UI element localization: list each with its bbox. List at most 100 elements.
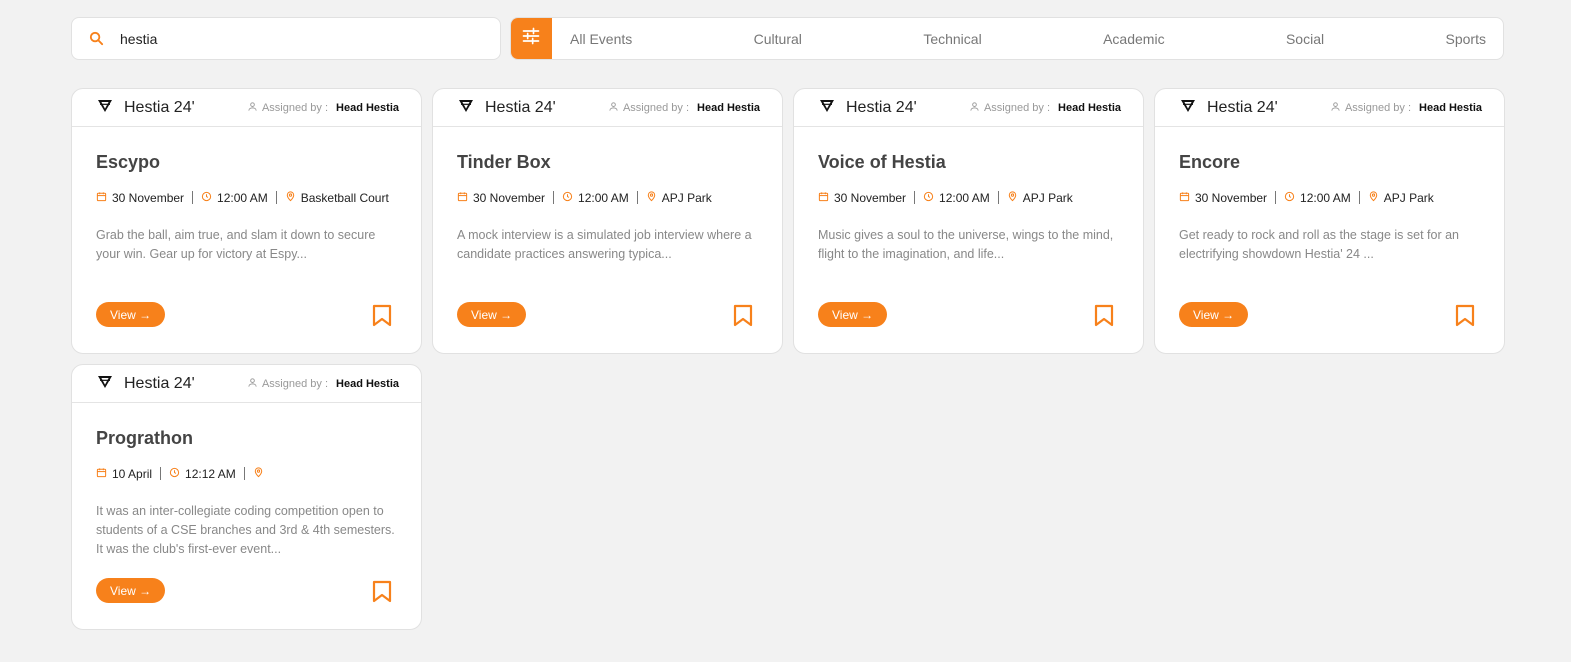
event-location: APJ Park <box>661 190 712 205</box>
location-pin-icon <box>285 190 296 205</box>
event-date: 30 November <box>473 190 546 205</box>
hestia-logo-icon <box>820 99 834 117</box>
event-description: A mock interview is a simulated job inte… <box>457 228 752 261</box>
event-grid: Hestia 24' Assigned by : Head Hestia Esc… <box>71 88 1505 630</box>
calendar-icon <box>1179 191 1190 205</box>
brand-name: Hestia 24' <box>846 98 917 116</box>
event-card: Hestia 24' Assigned by : Head Hestia Pro… <box>71 364 422 630</box>
event-description: It was an inter-collegiate coding compet… <box>96 504 395 556</box>
location-pin-icon <box>1368 190 1379 205</box>
tab-technical[interactable]: Technical <box>923 31 981 47</box>
sliders-icon <box>521 26 541 51</box>
user-icon <box>969 101 980 115</box>
hestia-logo-icon <box>98 99 112 117</box>
category-filter-bar: All Events Cultural Technical Academic S… <box>510 17 1504 60</box>
tab-social[interactable]: Social <box>1286 31 1324 47</box>
category-tabs: All Events Cultural Technical Academic S… <box>552 31 1503 47</box>
event-meta: 10 April 12:12 AM <box>96 466 397 481</box>
calendar-icon <box>96 191 107 205</box>
hestia-logo-icon <box>459 99 473 117</box>
calendar-icon <box>96 467 107 481</box>
card-header: Hestia 24' Assigned by : Head Hestia <box>1155 89 1504 127</box>
search-box[interactable] <box>71 17 501 60</box>
assigned-label: Assigned by : <box>261 377 329 390</box>
assigned-label: Assigned by : <box>622 101 690 114</box>
assigned-name: Head Hestia <box>1419 101 1482 114</box>
event-time: 12:00 AM <box>217 190 268 205</box>
assigned-by: Assigned by : Head Hestia <box>969 101 1121 115</box>
event-date: 30 November <box>112 190 185 205</box>
search-input[interactable] <box>120 30 480 47</box>
assigned-by: Assigned by : Head Hestia <box>1330 101 1482 115</box>
tab-cultural[interactable]: Cultural <box>754 31 802 47</box>
view-button[interactable]: View → <box>96 578 166 603</box>
hestia-logo-icon <box>1181 99 1195 117</box>
tab-sports[interactable]: Sports <box>1446 31 1486 47</box>
bookmark-icon[interactable] <box>372 304 392 332</box>
bookmark-icon[interactable] <box>372 580 392 608</box>
brand-name: Hestia 24' <box>124 98 195 116</box>
event-title: Prograthon <box>96 428 193 448</box>
assigned-name: Head Hestia <box>1058 101 1121 114</box>
view-button[interactable]: View → <box>818 302 888 327</box>
event-time: 12:00 AM <box>939 190 990 205</box>
event-time: 12:12 AM <box>185 466 236 481</box>
user-icon <box>608 101 619 115</box>
event-description: Music gives a soul to the universe, wing… <box>818 228 1114 261</box>
clock-icon <box>201 191 212 205</box>
brand: Hestia 24' <box>98 99 195 117</box>
event-title: Encore <box>1179 152 1241 172</box>
search-icon <box>88 30 106 48</box>
user-icon <box>247 101 258 115</box>
clock-icon <box>923 191 934 205</box>
brand-name: Hestia 24' <box>124 374 195 392</box>
event-location: APJ Park <box>1383 190 1434 205</box>
event-meta: 30 November 12:00 AM Basketball Court <box>96 190 397 205</box>
assigned-label: Assigned by : <box>1344 101 1412 114</box>
event-location: APJ Park <box>1022 190 1073 205</box>
event-time: 12:00 AM <box>1300 190 1351 205</box>
bookmark-icon[interactable] <box>1455 304 1475 332</box>
assigned-name: Head Hestia <box>336 377 399 390</box>
card-header: Hestia 24' Assigned by : Head Hestia <box>72 89 421 127</box>
event-card: Hestia 24' Assigned by : Head Hestia Enc… <box>1154 88 1505 354</box>
event-description: Grab the ball, aim true, and slam it dow… <box>96 228 376 261</box>
bookmark-icon[interactable] <box>733 304 753 332</box>
clock-icon <box>1284 191 1295 205</box>
tab-all-events[interactable]: All Events <box>570 31 632 47</box>
event-card: Hestia 24' Assigned by : Head Hestia Voi… <box>793 88 1144 354</box>
event-title: Escypo <box>96 152 161 172</box>
event-location: Basketball Court <box>300 190 389 205</box>
brand: Hestia 24' <box>1181 99 1278 117</box>
event-title: Voice of Hestia <box>818 152 946 172</box>
assigned-by: Assigned by : Head Hestia <box>247 101 399 115</box>
brand-name: Hestia 24' <box>1207 98 1278 116</box>
event-date: 30 November <box>1195 190 1268 205</box>
assigned-by: Assigned by : Head Hestia <box>247 377 399 391</box>
assigned-name: Head Hestia <box>336 101 399 114</box>
location-pin-icon <box>646 190 657 205</box>
assigned-by: Assigned by : Head Hestia <box>608 101 760 115</box>
filter-button[interactable] <box>511 18 552 59</box>
clock-icon <box>169 467 180 481</box>
calendar-icon <box>457 191 468 205</box>
event-title: Tinder Box <box>457 152 551 172</box>
event-time: 12:00 AM <box>578 190 629 205</box>
tab-academic[interactable]: Academic <box>1103 31 1164 47</box>
location-pin-icon <box>253 466 264 481</box>
event-date: 30 November <box>834 190 907 205</box>
assigned-label: Assigned by : <box>983 101 1051 114</box>
calendar-icon <box>818 191 829 205</box>
bookmark-icon[interactable] <box>1094 304 1114 332</box>
view-button[interactable]: View → <box>96 302 166 327</box>
event-card: Hestia 24' Assigned by : Head Hestia Tin… <box>432 88 783 354</box>
brand-name: Hestia 24' <box>485 98 556 116</box>
assigned-name: Head Hestia <box>697 101 760 114</box>
user-icon <box>247 377 258 391</box>
view-button[interactable]: View → <box>457 302 527 327</box>
view-button[interactable]: View → <box>1179 302 1249 327</box>
brand: Hestia 24' <box>459 99 556 117</box>
card-header: Hestia 24' Assigned by : Head Hestia <box>794 89 1143 127</box>
event-meta: 30 November 12:00 AM APJ Park <box>818 190 1119 205</box>
assigned-label: Assigned by : <box>261 101 329 114</box>
